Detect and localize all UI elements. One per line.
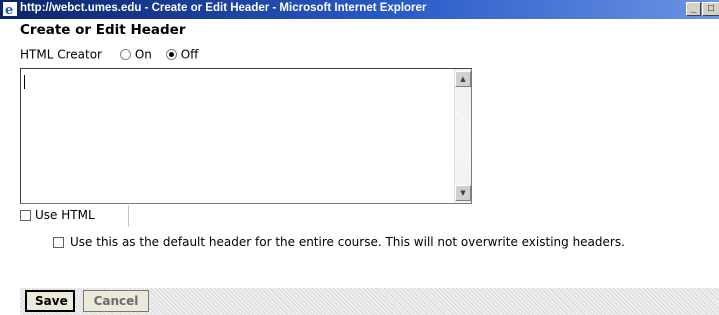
html-creator-row: HTML Creator On Off xyxy=(20,47,198,62)
page-title: Create or Edit Header xyxy=(20,22,186,38)
html-creator-off-radio[interactable] xyxy=(165,49,177,60)
html-creator-on-radio[interactable] xyxy=(119,49,131,60)
maximize-button[interactable]: □ xyxy=(702,2,719,16)
header-text-editor[interactable]: ▲ ▼ xyxy=(20,68,472,204)
default-header-option[interactable]: Use this as the default header for the e… xyxy=(35,232,715,252)
svg-text:e: e xyxy=(5,3,13,16)
html-creator-on-label[interactable]: On xyxy=(135,48,152,62)
html-creator-off-label[interactable]: Off xyxy=(181,48,199,62)
minimize-button[interactable]: _ xyxy=(686,2,701,16)
scroll-up-arrow-icon[interactable]: ▲ xyxy=(455,71,471,87)
scroll-down-arrow-icon[interactable]: ▼ xyxy=(455,185,471,201)
ie-icon: e xyxy=(3,2,17,16)
html-creator-label: HTML Creator xyxy=(20,47,102,62)
use-html-option[interactable]: Use HTML xyxy=(20,208,95,222)
use-html-checkbox[interactable] xyxy=(20,210,31,221)
button-bar: Save Cancel xyxy=(20,288,719,315)
default-header-checkbox[interactable] xyxy=(53,237,64,248)
window-title: http://webct.umes.edu - Create or Edit H… xyxy=(20,2,427,14)
use-html-label[interactable]: Use HTML xyxy=(35,208,95,222)
save-button[interactable]: Save xyxy=(25,290,75,312)
divider xyxy=(128,205,129,227)
text-caret xyxy=(24,75,25,89)
cancel-button[interactable]: Cancel xyxy=(83,290,149,312)
editor-vertical-scrollbar[interactable]: ▲ ▼ xyxy=(454,69,471,203)
default-header-label[interactable]: Use this as the default header for the e… xyxy=(70,235,625,249)
window-title-bar[interactable]: e http://webct.umes.edu - Create or Edit… xyxy=(0,0,719,19)
